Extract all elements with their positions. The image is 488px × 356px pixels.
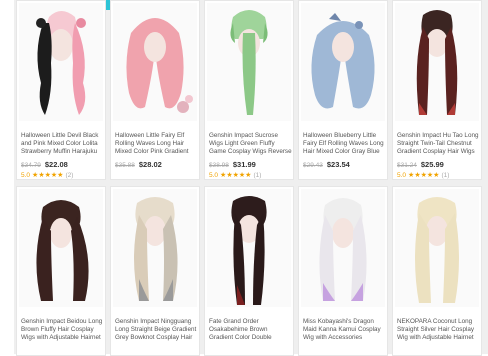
star-rating-icon: ★★★★★ — [408, 172, 440, 179]
rating-score: 5.0 — [397, 172, 407, 179]
product-image[interactable] — [207, 189, 291, 307]
product-card[interactable]: NEKOPARA Coconut Long Straight Silver Ha… — [392, 186, 482, 356]
original-price: $29.43 — [303, 162, 323, 169]
price-row: $34.79 $22.08 — [21, 160, 68, 169]
product-card[interactable]: Genshin Impact Beidou Long Brown Fluffy … — [16, 186, 106, 356]
product-card[interactable]: Genshin Impact Hu Tao Long Straight Twin… — [392, 0, 482, 180]
product-image[interactable] — [19, 189, 103, 307]
product-card[interactable]: Halloween Little Devil Black and Pink Mi… — [16, 0, 106, 180]
sale-price: $31.99 — [232, 160, 256, 169]
product-image[interactable] — [395, 189, 479, 307]
original-price: $35.88 — [115, 162, 135, 169]
star-rating-icon: ★★★★★ — [32, 172, 64, 179]
product-title[interactable]: Genshin Impact Ningguang Long Straight B… — [115, 318, 199, 342]
sale-price: $22.08 — [44, 160, 68, 169]
rating-score: 5.0 — [209, 172, 219, 179]
product-image[interactable] — [395, 3, 479, 121]
product-title[interactable]: Fate Grand Order Osakabehime Brown Gradi… — [209, 318, 293, 342]
product-image[interactable] — [207, 3, 291, 121]
star-rating-icon: ★★★★★ — [220, 172, 252, 179]
product-title[interactable]: Halloween Little Fairy Elf Rolling Waves… — [115, 132, 199, 156]
product-card[interactable]: Fate Grand Order Osakabehime Brown Gradi… — [204, 186, 294, 356]
review-count: (1) — [441, 172, 450, 179]
review-count: (2) — [65, 172, 74, 179]
original-price: $31.24 — [397, 162, 417, 169]
product-card[interactable]: Genshin Impact Ningguang Long Straight B… — [110, 186, 200, 356]
page: ✱ ✱ com Halloween Little Devil Black and… — [0, 0, 488, 356]
product-image[interactable] — [301, 189, 385, 307]
product-card[interactable]: Miss Kobayashi's Dragon Maid Kanna Kamui… — [298, 186, 388, 356]
original-price: $34.79 — [21, 162, 41, 169]
rating-row: 5.0 ★★★★★ (1) — [209, 171, 261, 179]
sale-price: $23.54 — [326, 160, 350, 169]
product-card[interactable]: Genshin Impact Sucrose Wigs Light Green … — [204, 0, 294, 180]
rating-row: 5.0 ★★★★★ (1) — [397, 171, 449, 179]
price-row: $35.88 $28.02 — [115, 160, 162, 169]
product-image[interactable] — [301, 3, 385, 121]
price-row: $29.43 $23.54 — [303, 160, 350, 169]
original-price: $38.98 — [209, 162, 229, 169]
product-card[interactable]: Halloween Little Fairy Elf Rolling Waves… — [110, 0, 200, 180]
product-title[interactable]: Miss Kobayashi's Dragon Maid Kanna Kamui… — [303, 318, 387, 342]
product-title[interactable]: Halloween Little Devil Black and Pink Mi… — [21, 132, 105, 156]
product-title[interactable]: Halloween Blueberry Little Fairy Elf Rol… — [303, 132, 387, 156]
price-row: $31.24 $25.99 — [397, 160, 444, 169]
product-title[interactable]: Genshin Impact Beidou Long Brown Fluffy … — [21, 318, 105, 342]
product-card[interactable]: Halloween Blueberry Little Fairy Elf Rol… — [298, 0, 388, 180]
rating-row: 5.0 ★★★★★ (2) — [21, 171, 73, 179]
price-row: $38.98 $31.99 — [209, 160, 256, 169]
review-count: (1) — [253, 172, 262, 179]
product-grid: ✱ ✱ com Halloween Little Devil Black and… — [14, 0, 488, 356]
product-title[interactable]: Genshin Impact Hu Tao Long Straight Twin… — [397, 132, 481, 156]
product-title[interactable]: NEKOPARA Coconut Long Straight Silver Ha… — [397, 318, 481, 342]
sale-price: $25.99 — [420, 160, 444, 169]
product-image[interactable] — [19, 3, 103, 121]
product-image[interactable] — [113, 189, 197, 307]
product-image[interactable] — [113, 3, 197, 121]
product-title[interactable]: Genshin Impact Sucrose Wigs Light Green … — [209, 132, 293, 156]
rating-score: 5.0 — [21, 172, 31, 179]
sale-price: $28.02 — [138, 160, 162, 169]
